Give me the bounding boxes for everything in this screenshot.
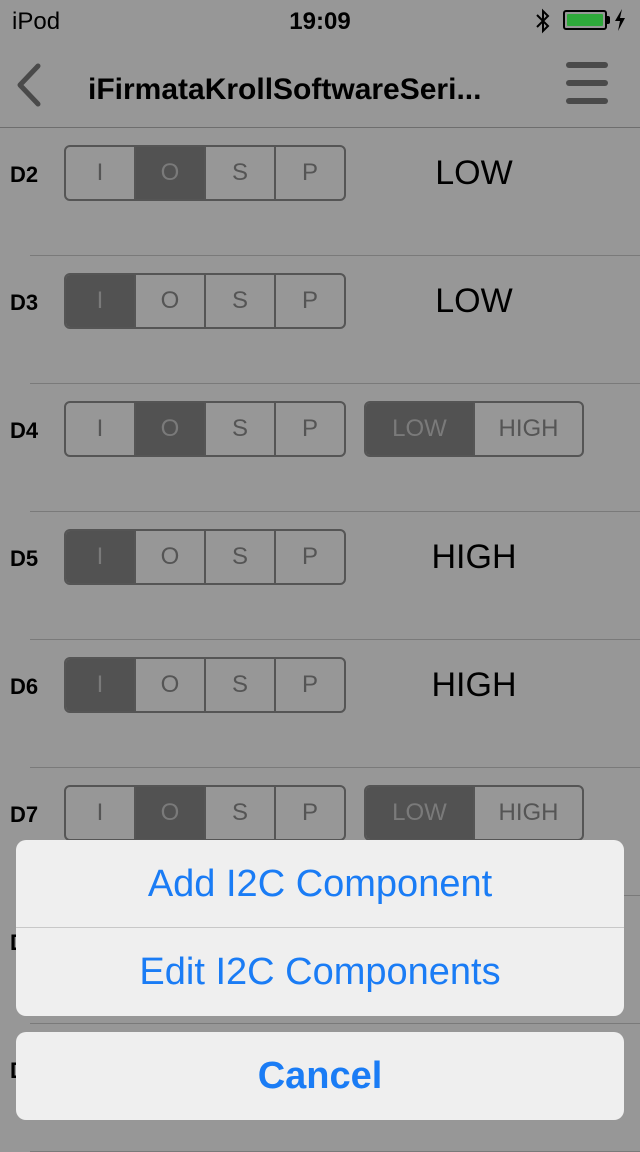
mode-option-o[interactable]: O bbox=[134, 659, 204, 711]
edit-i2c-components-button[interactable]: Edit I2C Components bbox=[16, 928, 624, 1016]
mode-option-o[interactable]: O bbox=[134, 531, 204, 583]
output-value-toggle: LOW HIGH bbox=[364, 785, 584, 841]
mode-option-s[interactable]: S bbox=[204, 531, 274, 583]
value-option-low[interactable]: LOW bbox=[366, 403, 473, 455]
battery-icon bbox=[563, 10, 607, 30]
mode-option-o[interactable]: O bbox=[134, 787, 204, 839]
pin-mode-selector: IOSP bbox=[64, 657, 346, 713]
mode-option-i[interactable]: I bbox=[66, 531, 134, 583]
mode-option-o[interactable]: O bbox=[134, 147, 204, 199]
pin-mode-selector: IOSP bbox=[64, 785, 346, 841]
pin-mode-selector: IOSP bbox=[64, 145, 346, 201]
mode-option-p[interactable]: P bbox=[274, 659, 344, 711]
battery-tip bbox=[607, 16, 610, 24]
mode-option-o[interactable]: O bbox=[134, 275, 204, 327]
mode-option-o[interactable]: O bbox=[134, 403, 204, 455]
pin-label: D3 bbox=[10, 290, 39, 315]
pin-row: D6 I O S P HIGH bbox=[0, 640, 640, 768]
action-sheet: Add I2C Component Edit I2C Components bbox=[16, 840, 624, 1016]
pin-label: D2 bbox=[10, 162, 39, 187]
pin-mode-selector: IOSP bbox=[64, 273, 346, 329]
mode-option-s[interactable]: S bbox=[204, 147, 274, 199]
mode-option-s[interactable]: S bbox=[204, 787, 274, 839]
navigation-bar: iFirmataKrollSoftwareSeri... bbox=[0, 40, 640, 128]
cancel-button[interactable]: Cancel bbox=[16, 1032, 624, 1120]
bluetooth-icon bbox=[536, 8, 550, 34]
pin-mode-selector: IOSP bbox=[64, 401, 346, 457]
pin-row: D2 I O S P LOW bbox=[0, 128, 640, 256]
pin-label: D7 bbox=[10, 802, 39, 827]
mode-option-i[interactable]: I bbox=[66, 147, 134, 199]
mode-option-p[interactable]: P bbox=[274, 275, 344, 327]
mode-option-p[interactable]: P bbox=[274, 403, 344, 455]
mode-option-p[interactable]: P bbox=[274, 787, 344, 839]
pin-label: D4 bbox=[10, 418, 39, 443]
mode-option-i[interactable]: I bbox=[66, 659, 134, 711]
mode-option-p[interactable]: P bbox=[274, 147, 344, 199]
mode-option-s[interactable]: S bbox=[204, 403, 274, 455]
pin-label: D5 bbox=[10, 546, 39, 571]
output-value-toggle: LOW HIGH bbox=[364, 401, 584, 457]
mode-option-s[interactable]: S bbox=[204, 275, 274, 327]
value-option-low[interactable]: LOW bbox=[366, 787, 473, 839]
mode-option-i[interactable]: I bbox=[66, 787, 134, 839]
mode-option-p[interactable]: P bbox=[274, 531, 344, 583]
pin-label: D6 bbox=[10, 674, 39, 699]
pin-state-value: LOW bbox=[435, 282, 513, 320]
status-bar: iPod 19:09 bbox=[0, 0, 640, 40]
pin-state-value: LOW bbox=[435, 154, 513, 192]
pin-row: D3 I O S P LOW bbox=[0, 256, 640, 384]
add-i2c-component-button[interactable]: Add I2C Component bbox=[16, 840, 624, 928]
value-option-high[interactable]: HIGH bbox=[473, 787, 582, 839]
pin-row: D5 I O S P HIGH bbox=[0, 512, 640, 640]
mode-option-s[interactable]: S bbox=[204, 659, 274, 711]
pin-state-value: HIGH bbox=[431, 666, 517, 704]
charging-icon bbox=[615, 9, 625, 31]
page-title: iFirmataKrollSoftwareSeri... bbox=[88, 73, 482, 106]
pin-mode-selector: IOSP bbox=[64, 529, 346, 585]
menu-icon[interactable] bbox=[566, 60, 610, 106]
pin-state-value: HIGH bbox=[431, 538, 517, 576]
back-chevron-icon[interactable] bbox=[10, 62, 50, 108]
value-option-high[interactable]: HIGH bbox=[473, 403, 582, 455]
mode-option-i[interactable]: I bbox=[66, 275, 134, 327]
mode-option-i[interactable]: I bbox=[66, 403, 134, 455]
pin-row: D4 I O S P LOW HIGH bbox=[0, 384, 640, 512]
